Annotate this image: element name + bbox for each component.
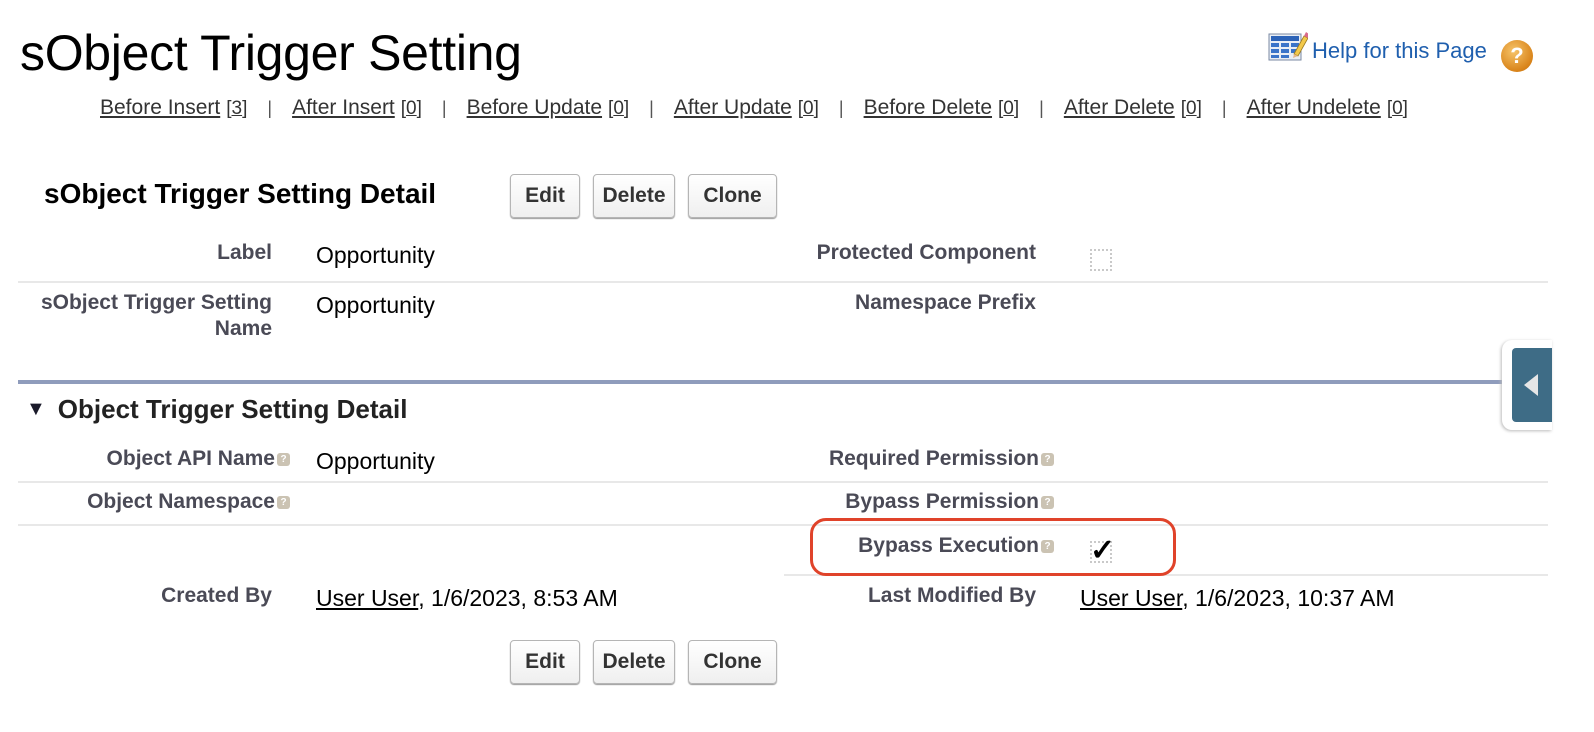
nav-separator: | — [441, 98, 447, 118]
nav-separator: | — [838, 98, 844, 118]
last-modified-by-user-link[interactable]: User User — [1080, 585, 1182, 611]
nav-separator: | — [1221, 98, 1227, 118]
last-modified-by-label: Last Modified By — [867, 584, 1036, 607]
label-field-label: Label — [217, 241, 272, 264]
detail-heading: sObject Trigger Setting Detail — [44, 178, 437, 209]
nav-count: [0] — [1180, 98, 1202, 119]
nav-count: [0] — [797, 98, 819, 119]
row-divider — [18, 481, 1548, 483]
object-api-name-label: Object API Name? — [20, 446, 290, 472]
nav-count: [3] — [226, 98, 248, 119]
help-tooltip-icon[interactable]: ? — [277, 495, 290, 509]
sobject-trigger-setting-name-value: Opportunity — [316, 292, 435, 318]
nav-after-delete[interactable]: After Delete — [1064, 96, 1175, 120]
nav-count: [0] — [1386, 98, 1408, 119]
nav-after-insert[interactable]: After Insert — [292, 96, 395, 120]
created-by-value: User User, 1/6/2023, 8:53 AM — [316, 585, 618, 611]
edit-button-bottom[interactable]: Edit — [510, 640, 580, 684]
nav-count: [0] — [608, 98, 630, 119]
help-tooltip-icon[interactable]: ? — [277, 452, 290, 466]
object-api-name-value: Opportunity — [316, 448, 435, 474]
row-divider — [18, 281, 1548, 283]
nav-before-insert[interactable]: Before Insert — [100, 96, 220, 120]
nav-after-undelete[interactable]: After Undelete — [1247, 96, 1381, 120]
row-divider — [18, 524, 1548, 526]
protected-component-checkbox — [1090, 249, 1112, 271]
protected-component-label: Protected Component — [816, 241, 1036, 264]
created-by-user-link[interactable]: User User — [316, 585, 418, 611]
label-field-value: Opportunity — [316, 242, 435, 268]
spreadsheet-edit-icon — [1268, 30, 1309, 64]
edit-button[interactable]: Edit — [510, 174, 580, 218]
created-by-label: Created By — [161, 584, 272, 607]
help-tooltip-icon[interactable]: ? — [1041, 452, 1054, 466]
help-tooltip-icon[interactable]: ? — [1041, 495, 1054, 509]
section-toggle[interactable]: ▼ Object Trigger Setting Detail — [26, 394, 407, 425]
created-by-date: , 1/6/2023, 8:53 AM — [418, 585, 618, 611]
trigger-event-nav: Before Insert [3] | After Insert [0] | B… — [100, 96, 1408, 120]
page-title: sObject Trigger Setting — [20, 25, 522, 81]
delete-button-bottom[interactable]: Delete — [593, 640, 675, 684]
clone-button[interactable]: Clone — [688, 174, 777, 218]
required-permission-label: Required Permission? — [780, 446, 1054, 472]
nav-count: [0] — [998, 98, 1020, 119]
nav-separator: | — [1039, 98, 1044, 118]
triangle-down-icon[interactable]: ▼ — [26, 398, 46, 421]
last-modified-by-value: User User, 1/6/2023, 10:37 AM — [1080, 585, 1395, 611]
last-modified-date: , 1/6/2023, 10:37 AM — [1182, 585, 1395, 611]
help-link-text[interactable]: Help for this Page — [1312, 38, 1487, 64]
bypass-permission-label: Bypass Permission? — [780, 489, 1054, 515]
section-heading: Object Trigger Setting Detail — [57, 394, 408, 424]
nav-separator: | — [267, 98, 273, 118]
section-divider — [18, 380, 1508, 384]
nav-separator: | — [649, 98, 654, 118]
question-circle-icon[interactable]: ? — [1501, 40, 1533, 72]
sobject-trigger-setting-name-label: sObject Trigger Setting Name — [40, 291, 272, 340]
help-for-this-page-link[interactable]: Help for this Page — [1268, 30, 1487, 64]
chevron-left-icon — [1524, 374, 1538, 396]
nav-count: [0] — [400, 98, 422, 119]
namespace-prefix-label: Namespace Prefix — [855, 291, 1036, 314]
highlight-annotation — [810, 518, 1176, 576]
object-namespace-label: Object Namespace? — [20, 489, 290, 515]
sidebar-toggle-button[interactable] — [1512, 348, 1552, 422]
nav-before-delete[interactable]: Before Delete — [864, 96, 992, 120]
sidebar-toggle-tab[interactable] — [1502, 340, 1552, 430]
nav-after-update[interactable]: After Update — [674, 96, 792, 120]
clone-button-bottom[interactable]: Clone — [688, 640, 777, 684]
nav-before-update[interactable]: Before Update — [467, 96, 602, 120]
delete-button[interactable]: Delete — [593, 174, 675, 218]
